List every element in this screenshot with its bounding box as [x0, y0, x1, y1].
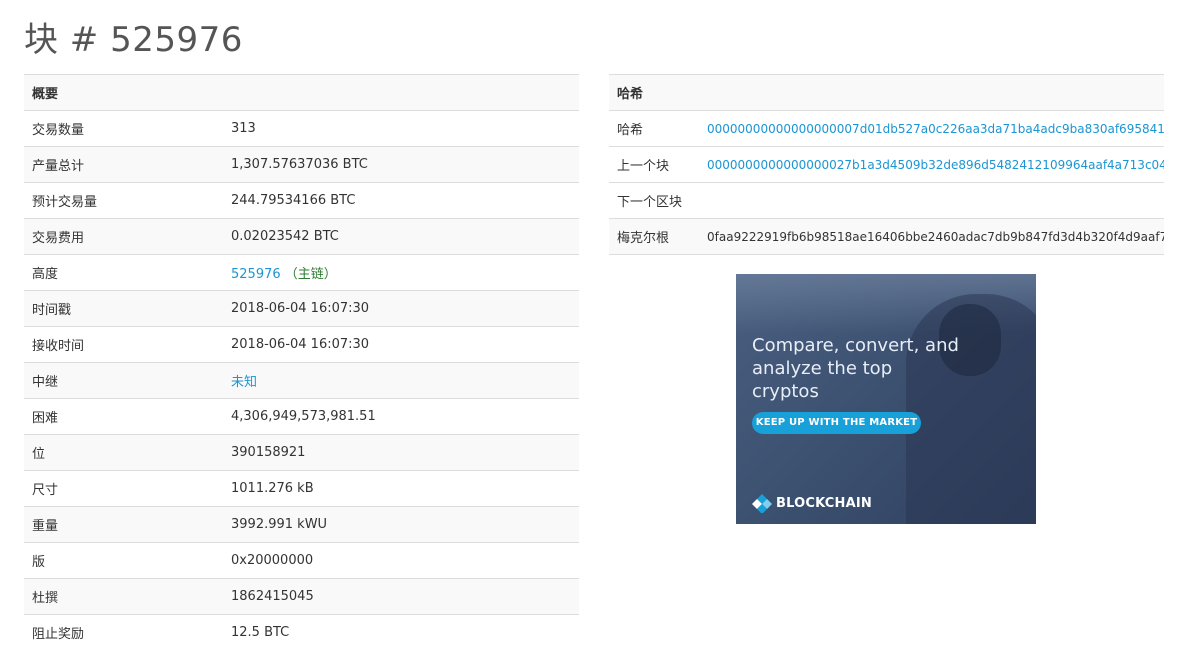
- summary-row-bits: 位 390158921: [24, 434, 579, 471]
- hash-label: 下一个区块: [609, 182, 699, 219]
- summary-label: 预计交易量: [24, 182, 223, 219]
- summary-value: 0x20000000: [223, 542, 579, 579]
- summary-row-timestamp: 时间戳 2018-06-04 16:07:30: [24, 290, 579, 327]
- hash-label: 哈希: [609, 110, 699, 147]
- summary-label: 接收时间: [24, 326, 223, 363]
- summary-label: 阻止奖励: [24, 614, 223, 650]
- summary-value: 313: [223, 110, 579, 147]
- summary-value: 2018-06-04 16:07:30: [223, 326, 579, 363]
- summary-row-estimated-volume: 预计交易量 244.79534166 BTC: [24, 182, 579, 219]
- summary-value: 3992.991 kWU: [223, 506, 579, 543]
- hashes-header: 哈希: [609, 74, 1164, 111]
- hash-row-previous-block: 上一个块 0000000000000000027b1a3d4509b32de89…: [609, 146, 1164, 183]
- previous-block-link[interactable]: 0000000000000000027b1a3d4509b32de896d548…: [707, 158, 1164, 172]
- hash-label: 梅克尔根: [609, 218, 699, 255]
- summary-value: 1862415045: [223, 578, 579, 615]
- ad-brand-name: BLOCKCHAIN: [776, 495, 873, 511]
- summary-row-weight: 重量 3992.991 kWU: [24, 506, 579, 543]
- summary-value: 525976 （主链）: [223, 254, 579, 291]
- hash-row-next-block: 下一个区块: [609, 182, 1164, 219]
- summary-label: 杜撰: [24, 578, 223, 615]
- summary-value: 1011.276 kB: [223, 470, 579, 507]
- summary-label: 中继: [24, 362, 223, 399]
- hash-value: [699, 182, 1164, 219]
- summary-value: 244.79534166 BTC: [223, 182, 579, 219]
- summary-row-nonce: 杜撰 1862415045: [24, 578, 579, 615]
- hash-value: 00000000000000000007d01db527a0c226aa3da7…: [699, 110, 1164, 147]
- hash-value: 0000000000000000027b1a3d4509b32de896d548…: [699, 146, 1164, 183]
- summary-row-difficulty: 困难 4,306,949,573,981.51: [24, 398, 579, 435]
- summary-row-height: 高度 525976 （主链）: [24, 254, 579, 291]
- summary-header-row: 概要: [24, 74, 579, 111]
- hash-row-merkle-root: 梅克尔根 0faa9222919fb6b98518ae16406bbe2460a…: [609, 218, 1164, 255]
- ad-brand: BLOCKCHAIN: [752, 493, 872, 513]
- summary-label: 重量: [24, 506, 223, 543]
- ad-headline: Compare, convert, and analyze the top cr…: [752, 335, 959, 402]
- summary-row-relayed-by: 中继 未知: [24, 362, 579, 399]
- hash-row-hash: 哈希 00000000000000000007d01db527a0c226aa3…: [609, 110, 1164, 147]
- page-title: 块 # 525976: [24, 20, 243, 60]
- advertisement-banner[interactable]: Compare, convert, and analyze the top cr…: [736, 274, 1036, 524]
- block-hash-link[interactable]: 00000000000000000007d01db527a0c226aa3da7…: [707, 122, 1164, 136]
- summary-value: 1,307.57637036 BTC: [223, 146, 579, 183]
- summary-label: 位: [24, 434, 223, 471]
- summary-row-size: 尺寸 1011.276 kB: [24, 470, 579, 507]
- hashes-header-row: 哈希: [609, 74, 1164, 111]
- blockchain-logo-icon: [752, 494, 772, 513]
- hashes-table: 哈希 哈希 00000000000000000007d01db527a0c226…: [609, 74, 1164, 255]
- summary-value: 未知: [223, 362, 579, 399]
- summary-table: 概要 交易数量 313 产量总计 1,307.57637036 BTC 预计交易…: [24, 74, 579, 650]
- merkle-root-value: 0faa9222919fb6b98518ae16406bbe2460adac7d…: [699, 218, 1164, 255]
- summary-value: 4,306,949,573,981.51: [223, 398, 579, 435]
- summary-label: 产量总计: [24, 146, 223, 183]
- summary-value: 2018-06-04 16:07:30: [223, 290, 579, 327]
- summary-row-version: 版 0x20000000: [24, 542, 579, 579]
- summary-label: 交易费用: [24, 218, 223, 255]
- summary-row-fees: 交易费用 0.02023542 BTC: [24, 218, 579, 255]
- summary-label: 时间戳: [24, 290, 223, 327]
- summary-label: 尺寸: [24, 470, 223, 507]
- hash-label: 上一个块: [609, 146, 699, 183]
- summary-value: 12.5 BTC: [223, 614, 579, 650]
- summary-row-block-reward: 阻止奖励 12.5 BTC: [24, 614, 579, 650]
- summary-row-output-total: 产量总计 1,307.57637036 BTC: [24, 146, 579, 183]
- main-chain-label: （主链）: [284, 267, 337, 282]
- summary-label: 高度: [24, 254, 223, 291]
- height-link[interactable]: 525976: [231, 267, 281, 282]
- summary-row-tx-count: 交易数量 313: [24, 110, 579, 147]
- summary-row-received-time: 接收时间 2018-06-04 16:07:30: [24, 326, 579, 363]
- relay-link[interactable]: 未知: [231, 375, 257, 390]
- summary-header: 概要: [24, 74, 579, 111]
- ad-cta-button[interactable]: KEEP UP WITH THE MARKET: [752, 412, 921, 434]
- summary-value: 0.02023542 BTC: [223, 218, 579, 255]
- summary-value: 390158921: [223, 434, 579, 471]
- summary-label: 交易数量: [24, 110, 223, 147]
- summary-label: 困难: [24, 398, 223, 435]
- summary-label: 版: [24, 542, 223, 579]
